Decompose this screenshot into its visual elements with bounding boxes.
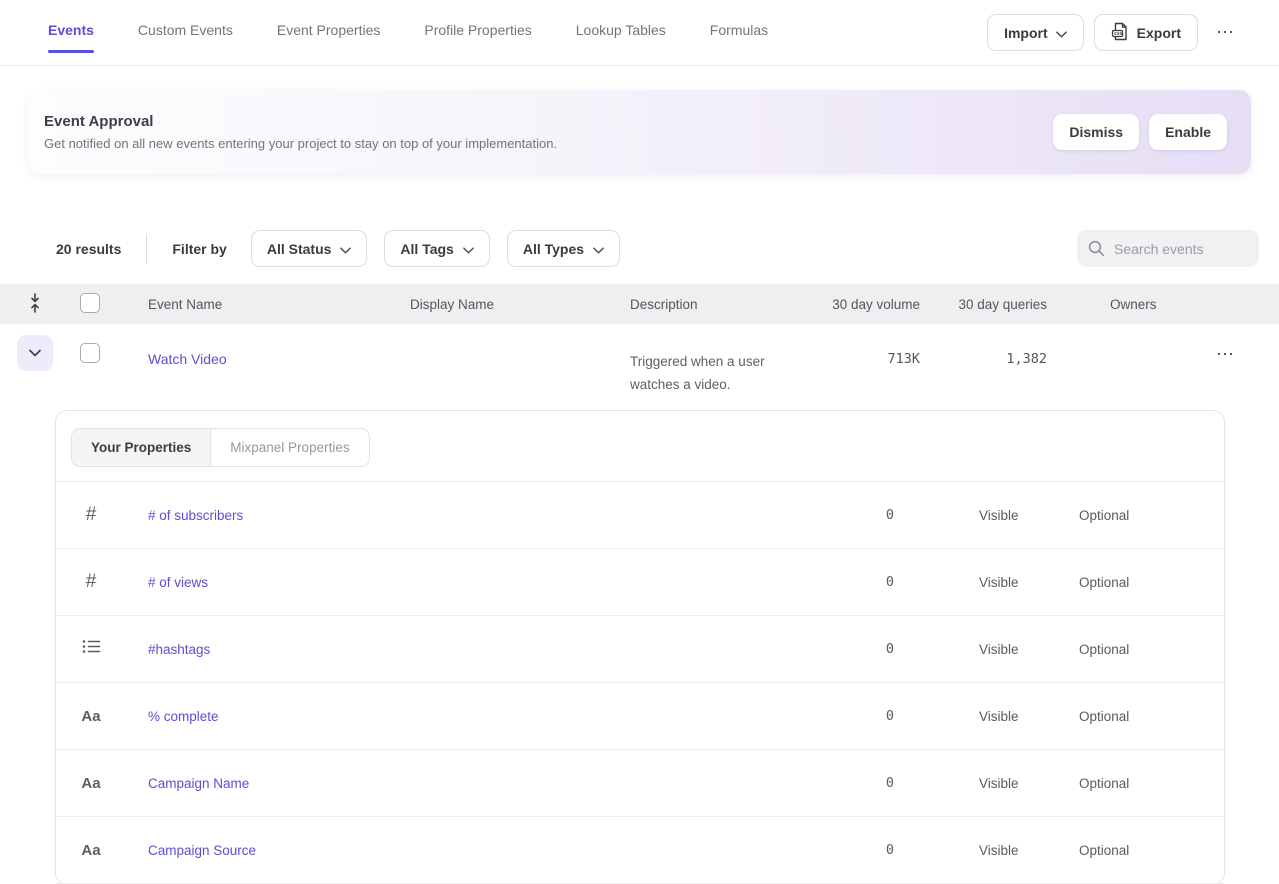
tab-formulas[interactable]: Formulas	[710, 0, 768, 65]
select-all-checkbox[interactable]	[80, 293, 100, 313]
property-visibility: Visible	[894, 709, 1079, 724]
chevron-down-icon	[340, 241, 351, 257]
chevron-down-icon	[463, 241, 474, 257]
filter-dropdowns: All Status All Tags All Types	[251, 230, 637, 267]
property-name-link[interactable]: # of subscribers	[126, 508, 784, 523]
property-requirement: Optional	[1079, 709, 1184, 724]
property-name-link[interactable]: Campaign Source	[126, 843, 784, 858]
event-owners	[1047, 324, 1167, 351]
property-visibility: Visible	[894, 508, 1079, 523]
enable-button[interactable]: Enable	[1149, 114, 1227, 150]
text-icon: # Aa	[56, 708, 126, 725]
tab-event-properties[interactable]: Event Properties	[277, 0, 381, 65]
filter-dropdown-all-status[interactable]: All Status	[251, 230, 368, 267]
event-30-day-queries: 1,382	[920, 324, 1047, 367]
svg-text:csv: csv	[1114, 32, 1123, 37]
property-count: 0	[784, 842, 894, 858]
chevron-down-icon	[593, 241, 604, 257]
events-table-header: Event Name Display Name Description 30 d…	[0, 284, 1279, 324]
properties-panel: Your Properties Mixpanel Properties # Aa…	[55, 410, 1225, 884]
banner-text: Event Approval Get notified on all new e…	[44, 113, 557, 151]
filter-by-label: Filter by	[172, 241, 226, 257]
filter-dropdown-all-tags[interactable]: All Tags	[384, 230, 489, 267]
ellipsis-icon: ⋯	[1216, 22, 1235, 42]
column-header-event-name: Event Name	[125, 297, 410, 312]
property-count: 0	[784, 574, 894, 590]
properties-tab-mixpanel-properties[interactable]: Mixpanel Properties	[211, 429, 368, 466]
import-button[interactable]: Import	[987, 14, 1084, 51]
property-visibility: Visible	[894, 642, 1079, 657]
column-header-30-day-queries: 30 day queries	[920, 297, 1047, 312]
banner-title: Event Approval	[44, 113, 557, 130]
property-name-link[interactable]: #hashtags	[126, 642, 784, 657]
property-row-of-subscribers: # Aa # of subscribers 0 Visible Optional	[56, 482, 1224, 549]
property-count: 0	[784, 708, 894, 724]
row-checkbox[interactable]	[80, 343, 100, 363]
property-name-link[interactable]: % complete	[126, 709, 784, 724]
csv-file-icon: csv	[1111, 22, 1129, 44]
property-name-link[interactable]: Campaign Name	[126, 776, 784, 791]
property-visibility: Visible	[894, 843, 1079, 858]
nav-tabs: Events Custom Events Event Properties Pr…	[48, 0, 812, 65]
properties-tabs-wrap: Your Properties Mixpanel Properties	[56, 411, 1224, 481]
tab-lookup-tables[interactable]: Lookup Tables	[576, 0, 666, 65]
nav-actions: Import csv Export ⋯	[987, 14, 1243, 51]
dismiss-button[interactable]: Dismiss	[1053, 114, 1139, 150]
property-count: 0	[784, 641, 894, 657]
column-header-30-day-volume: 30 day volume	[820, 297, 920, 312]
filter-dropdown-all-types[interactable]: All Types	[507, 230, 620, 267]
properties-tab-your-properties[interactable]: Your Properties	[72, 429, 211, 466]
chevron-down-icon	[1056, 25, 1067, 41]
banner-actions: Dismiss Enable	[1053, 114, 1227, 150]
property-row-hashtags: # Aa #hashtags 0 Visible Optional	[56, 616, 1224, 683]
property-count: 0	[784, 507, 894, 523]
export-button[interactable]: csv Export	[1094, 14, 1198, 51]
property-name-link[interactable]: # of views	[126, 575, 784, 590]
event-name-link[interactable]: Watch Video	[125, 324, 410, 367]
property-row-complete: # Aa % complete 0 Visible Optional	[56, 683, 1224, 750]
event-30-day-volume: 713K	[820, 324, 920, 367]
ellipsis-icon: ⋯	[1216, 344, 1235, 364]
text-icon: # Aa	[56, 775, 126, 792]
property-requirement: Optional	[1079, 843, 1184, 858]
event-row-watch-video: Watch Video Triggered when a user watche…	[0, 324, 1279, 410]
more-options-button[interactable]: ⋯	[1208, 22, 1243, 43]
event-description: Triggered when a user watches a video.	[630, 324, 802, 396]
number-icon: # Aa	[56, 504, 126, 526]
list-icon: # Aa	[56, 639, 126, 659]
property-row-campaign-name: # Aa Campaign Name 0 Visible Optional	[56, 750, 1224, 817]
column-header-owners: Owners	[1047, 297, 1167, 312]
property-requirement: Optional	[1079, 776, 1184, 791]
banner-description: Get notified on all new events entering …	[44, 136, 557, 151]
property-row-of-views: # Aa # of views 0 Visible Optional	[56, 549, 1224, 616]
property-row-campaign-source: # Aa Campaign Source 0 Visible Optional	[56, 817, 1224, 884]
row-more-options-button[interactable]: ⋯	[1208, 344, 1243, 365]
column-header-display-name: Display Name	[410, 297, 630, 312]
tab-custom-events[interactable]: Custom Events	[138, 0, 233, 65]
property-count: 0	[784, 775, 894, 791]
top-navigation: Events Custom Events Event Properties Pr…	[0, 0, 1279, 66]
number-icon: # Aa	[56, 571, 126, 593]
property-visibility: Visible	[894, 575, 1079, 590]
event-approval-banner: Event Approval Get notified on all new e…	[28, 90, 1251, 174]
filter-toolbar: 20 results Filter by All Status All Tags…	[0, 230, 1279, 267]
property-visibility: Visible	[894, 776, 1079, 791]
collapse-arrows-icon	[28, 293, 42, 316]
property-requirement: Optional	[1079, 508, 1184, 523]
property-requirement: Optional	[1079, 642, 1184, 657]
tab-profile-properties[interactable]: Profile Properties	[424, 0, 531, 65]
vertical-divider	[146, 234, 147, 264]
text-icon: # Aa	[56, 842, 126, 859]
property-requirement: Optional	[1079, 575, 1184, 590]
search-box	[1077, 230, 1259, 267]
export-label: Export	[1137, 25, 1181, 41]
collapse-row-button[interactable]	[17, 335, 53, 371]
properties-tab-control: Your Properties Mixpanel Properties	[71, 428, 370, 467]
import-label: Import	[1004, 25, 1048, 41]
collapse-all-button[interactable]	[0, 293, 70, 316]
column-header-description: Description	[630, 297, 820, 312]
results-count: 20 results	[56, 241, 121, 257]
properties-list: # Aa # of subscribers 0 Visible Optional…	[56, 481, 1224, 884]
tab-events[interactable]: Events	[48, 0, 94, 65]
